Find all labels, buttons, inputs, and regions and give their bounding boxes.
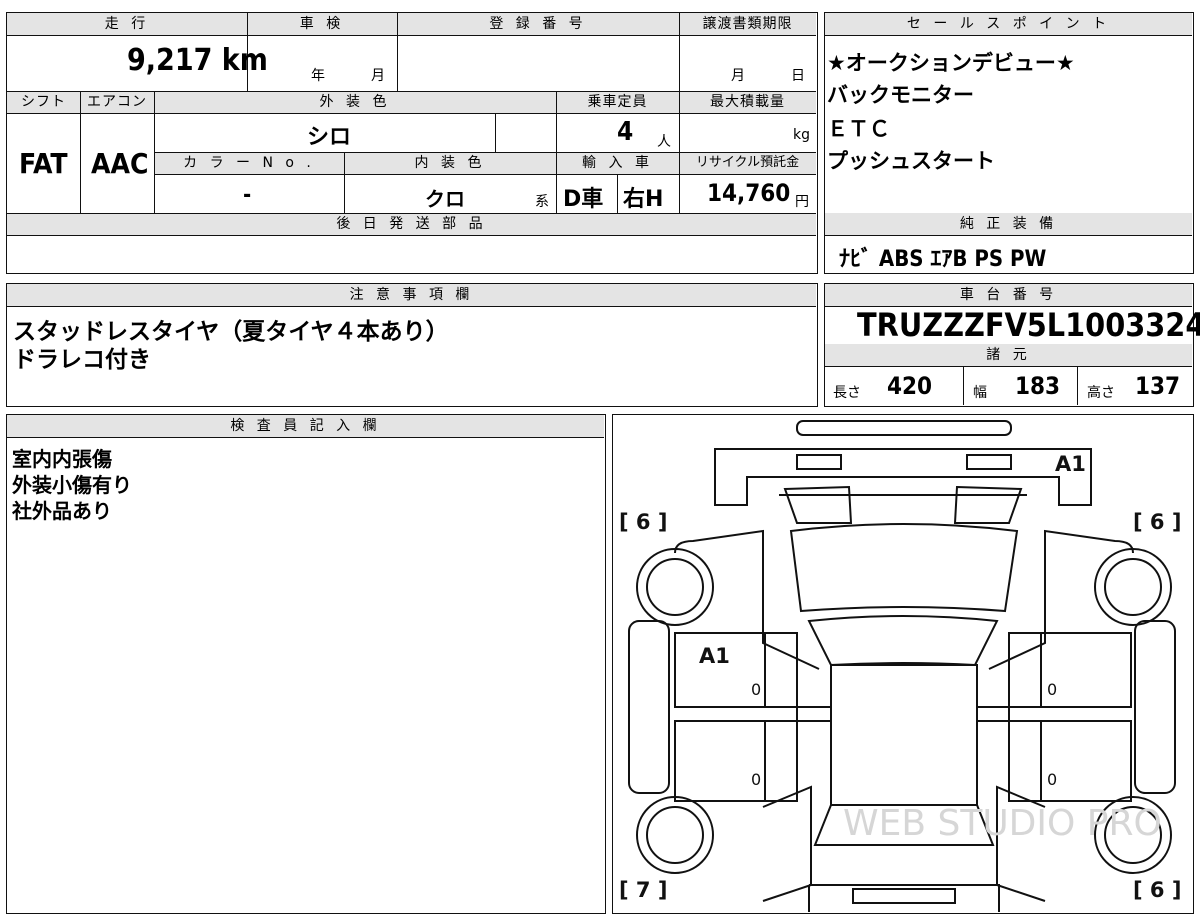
car-diagram: [ 6 ] [ 6 ] [ 7 ] [ 6 ] A1 A1 0 0 0 0 WE… bbox=[619, 420, 1181, 912]
interior-color-suffix: 系 bbox=[535, 194, 549, 210]
recycle-unit: 円 bbox=[795, 194, 809, 210]
transfer-day-label: 日 bbox=[791, 68, 805, 84]
inspector-line: 社外品あり bbox=[12, 499, 112, 523]
recycle-value: 14,760 bbox=[707, 179, 791, 207]
shift-header: シフト bbox=[7, 91, 80, 113]
sales-points-box: セ ー ル ス ポ イ ン ト ★オークションデビュー★ バックモニター ＥＴＣ… bbox=[824, 12, 1194, 274]
inspector-header: 検 査 員 記 入 欄 bbox=[7, 415, 604, 437]
door-zero: 0 bbox=[1047, 680, 1057, 699]
damage-mark-front: A1 bbox=[1055, 452, 1086, 476]
exterior-color-header: 外 装 色 bbox=[154, 91, 556, 113]
import-value: D車 bbox=[563, 187, 604, 212]
inspection-year-label: 年 bbox=[311, 68, 325, 84]
chassis-number: TRUZZZFV5L1003324 bbox=[857, 306, 1200, 344]
tire-front-left-label: [ 6 ] bbox=[619, 510, 667, 534]
mileage-value: 9,217 km bbox=[127, 43, 268, 78]
notes-header: 注 意 事 項 欄 bbox=[7, 284, 816, 306]
recycle-header: リサイクル預託金 bbox=[679, 152, 816, 174]
transfer-month-label: 月 bbox=[731, 68, 745, 84]
import-header: 輸 入 車 bbox=[556, 152, 679, 174]
door-zero: 0 bbox=[751, 680, 761, 699]
max-load-unit: kg bbox=[793, 127, 810, 143]
width-label: 幅 bbox=[973, 385, 987, 401]
interior-color-header: 内 装 色 bbox=[344, 152, 556, 174]
watermark: WEB STUDIO PRO bbox=[843, 803, 1162, 844]
transfer-deadline-header: 譲渡書類期限 bbox=[679, 13, 816, 35]
length-value: 420 bbox=[887, 372, 933, 400]
capacity-value: 4 bbox=[617, 117, 634, 147]
handle-value: 右H bbox=[623, 187, 664, 212]
inspection-header: 車 検 bbox=[247, 13, 397, 35]
damage-mark-left-door: A1 bbox=[699, 644, 730, 668]
mileage-header: 走 行 bbox=[7, 13, 247, 35]
color-no-header: カ ラ ー N o . bbox=[154, 152, 344, 174]
tire-front-right-label: [ 6 ] bbox=[1133, 510, 1181, 534]
inspector-line: 外装小傷有り bbox=[12, 473, 132, 497]
sales-point-item: プッシュスタート bbox=[827, 149, 995, 173]
exterior-color-value: シロ bbox=[307, 125, 352, 150]
vehicle-info-grid: 走 行 車 検 登 録 番 号 譲渡書類期限 シフト エアコン 外 装 色 乗車… bbox=[6, 12, 818, 274]
width-value: 183 bbox=[1015, 372, 1061, 400]
genuine-equipment-value: ﾅﾋﾞ ABS ｴｱB PS PW bbox=[839, 247, 1047, 272]
notes-box: 注 意 事 項 欄 スタッドレスタイヤ（夏タイヤ４本あり） ドラレコ付き bbox=[6, 283, 818, 407]
max-load-header: 最大積載量 bbox=[679, 91, 816, 113]
door-zero: 0 bbox=[1047, 770, 1057, 789]
inspection-month-label: 月 bbox=[371, 68, 385, 84]
shift-value: FAT bbox=[19, 147, 68, 180]
color-no-value: - bbox=[243, 183, 252, 208]
door-zero: 0 bbox=[751, 770, 761, 789]
inspector-box: 検 査 員 記 入 欄 室内内張傷 外装小傷有り 社外品あり bbox=[6, 414, 606, 914]
interior-color-value: クロ bbox=[425, 187, 465, 211]
tire-rear-right-label: [ 6 ] bbox=[1133, 878, 1181, 902]
height-value: 137 bbox=[1135, 372, 1181, 400]
capacity-unit: 人 bbox=[657, 134, 671, 150]
capacity-header: 乗車定員 bbox=[556, 91, 679, 113]
tire-rear-left-label: [ 7 ] bbox=[619, 878, 667, 902]
sales-point-item: バックモニター bbox=[827, 83, 974, 107]
sales-points-header: セ ー ル ス ポ イ ン ト bbox=[825, 13, 1192, 35]
aircon-value: AAC bbox=[91, 147, 149, 180]
registration-header: 登 録 番 号 bbox=[397, 13, 679, 35]
genuine-equipment-header: 純 正 装 備 bbox=[825, 213, 1192, 235]
inspector-line: 室内内張傷 bbox=[12, 447, 112, 471]
sales-point-item: ★オークションデビュー★ bbox=[827, 51, 1075, 75]
height-label: 高さ bbox=[1087, 385, 1115, 401]
chassis-box: 車 台 番 号 TRUZZZFV5L1003324 諸 元 長さ 420 幅 1… bbox=[824, 283, 1200, 407]
length-label: 長さ bbox=[833, 385, 861, 401]
later-parts-header: 後 日 発 送 部 品 bbox=[7, 213, 816, 235]
notes-line: ドラレコ付き bbox=[13, 347, 151, 373]
aircon-header: エアコン bbox=[80, 91, 154, 113]
chassis-header: 車 台 番 号 bbox=[825, 284, 1192, 306]
car-diagram-box: [ 6 ] [ 6 ] [ 7 ] [ 6 ] A1 A1 0 0 0 0 WE… bbox=[612, 414, 1194, 914]
spec-header: 諸 元 bbox=[825, 344, 1192, 366]
sales-point-item: ＥＴＣ bbox=[827, 117, 890, 141]
